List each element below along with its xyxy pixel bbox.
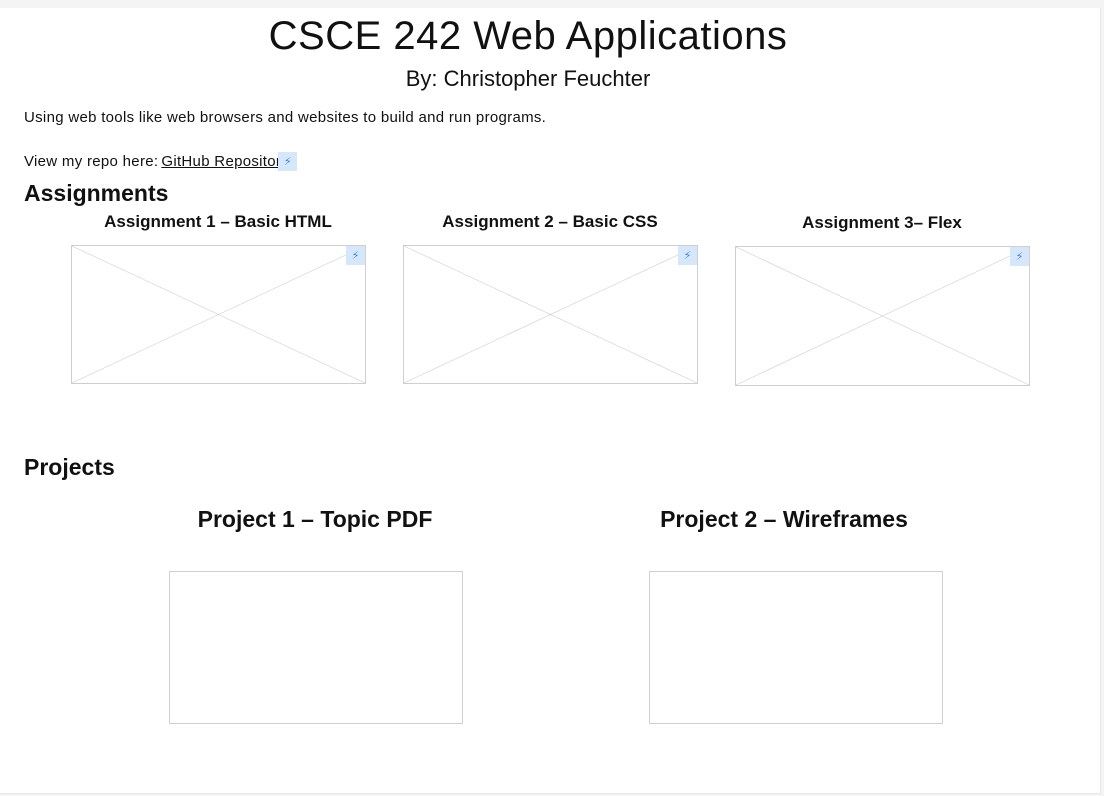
image-placeholder-icon xyxy=(72,246,365,383)
image-placeholder-icon xyxy=(404,246,697,383)
project-2-title: Project 2 – Wireframes xyxy=(660,506,908,532)
page: CSCE 242 Web Applications By: Christophe… xyxy=(0,8,1101,794)
image-placeholder-icon xyxy=(736,247,1029,385)
project-1-frame[interactable] xyxy=(169,571,463,724)
byline: By: Christopher Feuchter xyxy=(405,66,651,91)
lightning-bolt-icon[interactable]: ⚡ xyxy=(1010,247,1029,266)
repo-label: View my repo here: xyxy=(24,153,159,170)
github-repo-link[interactable]: GitHub Repository xyxy=(161,153,278,170)
repo-line: View my repo here: GitHub Repository ⚡ xyxy=(24,152,298,171)
assignment-2-title: Assignment 2 – Basic CSS xyxy=(442,212,658,231)
assignment-3-thumbnail[interactable]: ⚡ xyxy=(735,246,1030,386)
lightning-bolt-icon[interactable]: ⚡ xyxy=(678,246,697,265)
assignment-3-title: Assignment 3– Flex xyxy=(802,213,962,232)
projects-heading: Projects xyxy=(24,454,115,480)
assignment-1-title: Assignment 1 – Basic HTML xyxy=(104,212,332,231)
project-1-title: Project 1 – Topic PDF xyxy=(197,506,433,532)
assignments-heading: Assignments xyxy=(24,180,169,206)
assignment-1-thumbnail[interactable]: ⚡ xyxy=(71,245,366,384)
project-2-frame[interactable] xyxy=(649,571,943,724)
page-title: CSCE 242 Web Applications xyxy=(268,14,788,58)
intro-text: Using web tools like web browsers and we… xyxy=(24,109,547,126)
assignment-2-thumbnail[interactable]: ⚡ xyxy=(403,245,698,384)
lightning-bolt-icon[interactable]: ⚡ xyxy=(346,246,365,265)
lightning-bolt-icon[interactable]: ⚡ xyxy=(278,152,298,171)
